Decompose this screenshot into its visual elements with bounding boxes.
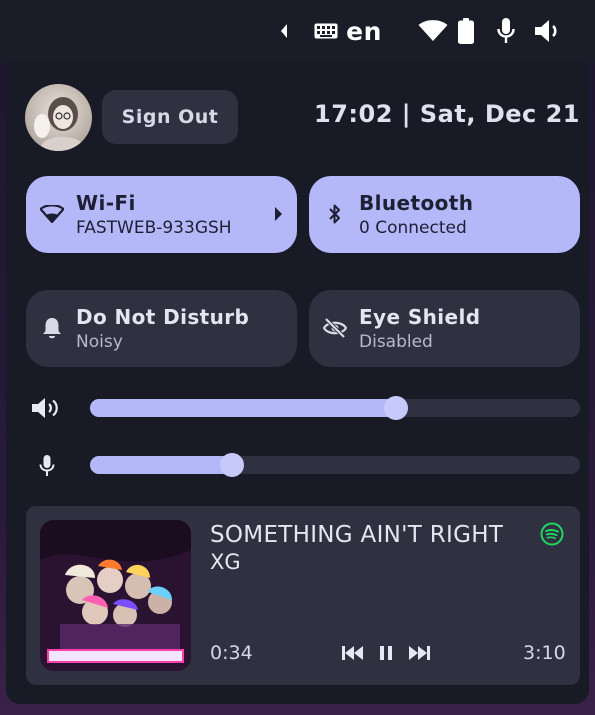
language-indicator[interactable]: en: [342, 0, 386, 62]
volume-icon[interactable]: [532, 0, 564, 62]
eye-shield-status: Disabled: [359, 332, 433, 352]
dnd-status: Noisy: [76, 332, 123, 352]
chevron-left-icon[interactable]: [272, 0, 296, 62]
microphone-slider-fill: [90, 456, 233, 474]
media-player: SOMETHING AIN'T RIGHT XG 0:34 3:10: [26, 506, 580, 685]
wifi-icon[interactable]: [417, 0, 449, 62]
eye-shield-tile-title: Eye Shield: [359, 305, 481, 329]
bluetooth-status: 0 Connected: [359, 218, 467, 238]
wifi-network-name: FASTWEB-933GSH: [76, 218, 232, 238]
date-time-display: 17:02 | Sat, Dec 21: [314, 100, 580, 128]
wifi-tile-title: Wi-Fi: [76, 191, 136, 215]
bluetooth-tile-title: Bluetooth: [359, 191, 474, 215]
previous-track-icon[interactable]: [341, 642, 365, 664]
user-avatar[interactable]: [25, 84, 92, 151]
track-duration: 3:10: [523, 642, 566, 664]
chevron-right-icon[interactable]: [273, 206, 283, 226]
wifi-tile[interactable]: Wi-Fi FASTWEB-933GSH: [26, 176, 297, 253]
track-title: SOMETHING AIN'T RIGHT: [210, 522, 504, 548]
eye-off-icon: [323, 316, 347, 340]
wifi-icon: [40, 202, 64, 226]
top-status-bar: en: [0, 0, 595, 62]
battery-icon[interactable]: [454, 0, 478, 62]
do-not-disturb-tile[interactable]: Do Not Disturb Noisy: [26, 290, 297, 367]
microphone-slider[interactable]: [90, 453, 580, 477]
elapsed-time: 0:34: [210, 642, 253, 664]
microphone-icon[interactable]: [30, 453, 64, 479]
microphone-icon[interactable]: [493, 0, 519, 62]
album-cover-image: [40, 520, 191, 671]
sign-out-button[interactable]: Sign Out: [102, 90, 238, 144]
volume-slider-handle[interactable]: [384, 396, 409, 420]
bluetooth-icon: [323, 202, 347, 226]
bell-icon: [40, 316, 64, 340]
volume-slider-fill: [90, 399, 397, 417]
eye-shield-tile[interactable]: Eye Shield Disabled: [309, 290, 580, 367]
volume-slider[interactable]: [90, 396, 580, 420]
track-artist: XG: [210, 550, 241, 574]
volume-icon[interactable]: [30, 395, 64, 421]
keyboard-icon[interactable]: [312, 0, 340, 62]
dnd-tile-title: Do Not Disturb: [76, 305, 250, 329]
spotify-icon: [540, 522, 564, 546]
pause-icon[interactable]: [374, 642, 398, 664]
microphone-slider-handle[interactable]: [220, 453, 245, 477]
next-track-icon[interactable]: [407, 642, 431, 664]
bluetooth-tile[interactable]: Bluetooth 0 Connected: [309, 176, 580, 253]
